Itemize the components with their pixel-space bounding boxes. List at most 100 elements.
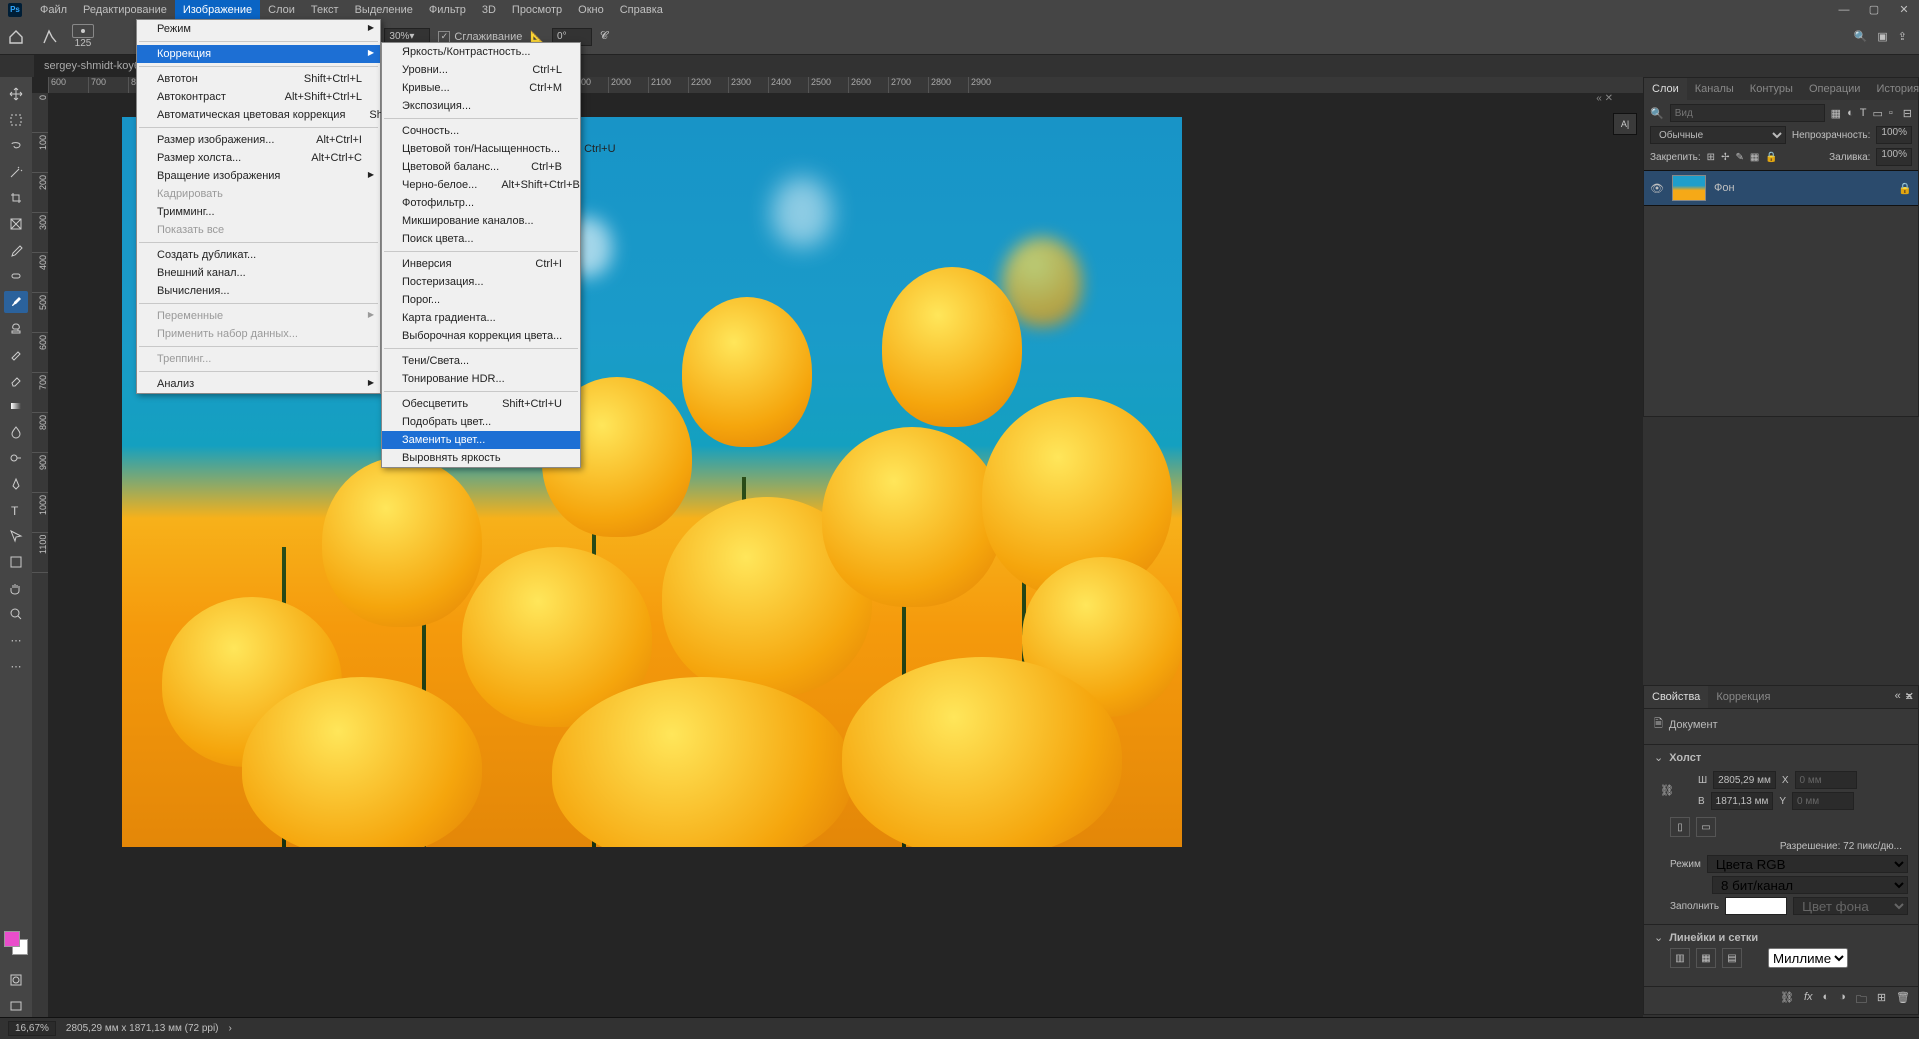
fill-swatch[interactable] (1725, 897, 1787, 915)
menu-item[interactable]: Цветовой баланс...Ctrl+B (382, 158, 580, 176)
layer-search-input[interactable] (1670, 104, 1825, 122)
path-tool[interactable] (4, 525, 28, 547)
menu-item[interactable]: ИнверсияCtrl+I (382, 255, 580, 273)
menu-item[interactable]: Тени/Света... (382, 352, 580, 370)
visibility-icon[interactable]: 👁 (1650, 182, 1664, 195)
zoom-tool[interactable] (4, 603, 28, 625)
lock-icon[interactable]: 🔒 (1898, 182, 1912, 195)
lock-pixels-icon[interactable]: ✎ (1735, 152, 1743, 163)
filter-toggle[interactable]: ⊟ (1903, 107, 1912, 120)
panel-tab-4[interactable]: История (1868, 78, 1919, 100)
menu-item[interactable]: Внешний канал... (137, 264, 380, 282)
filter-shape-icon[interactable]: ▭ (1872, 107, 1882, 120)
chevron-down-icon[interactable]: ⌄ (1654, 931, 1663, 944)
eyedropper-tool[interactable] (4, 239, 28, 261)
group-icon[interactable]: 🗀 (1856, 991, 1867, 1010)
close-ruler-icon[interactable]: « ✕ (1596, 93, 1613, 104)
gradient-tool[interactable] (4, 395, 28, 417)
menu-item[interactable]: Поиск цвета... (382, 230, 580, 248)
filter-type-icon[interactable]: T (1860, 107, 1867, 120)
menu-изображение[interactable]: Изображение (175, 0, 260, 19)
lock-lock-icon[interactable]: 🔒 (1765, 152, 1777, 163)
menu-item[interactable]: Подобрать цвет... (382, 413, 580, 431)
zoom-field[interactable]: 16,67% (8, 1021, 56, 1036)
opacity-value[interactable]: 100% (1876, 126, 1912, 144)
menu-справка[interactable]: Справка (612, 0, 671, 19)
menu-item[interactable]: Уровни...Ctrl+L (382, 61, 580, 79)
heal-tool[interactable] (4, 265, 28, 287)
blend-mode-dropdown[interactable]: Обычные (1650, 126, 1786, 144)
edit-toolbar[interactable]: ⋯ (4, 655, 28, 677)
close-button[interactable]: ✕ (1889, 0, 1919, 19)
ruler-icon[interactable]: ▥ (1670, 948, 1690, 968)
units-dropdown[interactable]: Миллиме... (1768, 948, 1848, 968)
panel-tab-0[interactable]: Слои (1644, 78, 1687, 100)
menu-item[interactable]: Выровнять яркость (382, 449, 580, 467)
filter-adjust-icon[interactable]: ◐ (1847, 107, 1854, 120)
menu-текст[interactable]: Текст (303, 0, 347, 19)
filter-smart-icon[interactable]: ▫ (1889, 107, 1893, 120)
layer-row[interactable]: 👁 Фон 🔒 (1644, 170, 1918, 206)
menu-выделение[interactable]: Выделение (347, 0, 421, 19)
menu-item[interactable]: Цветовой тон/Насыщенность...Ctrl+U (382, 140, 580, 158)
status-chevron-icon[interactable]: › (229, 1023, 232, 1034)
home-button[interactable] (4, 25, 28, 49)
menu-item[interactable]: Карта градиента... (382, 309, 580, 327)
move-tool[interactable] (4, 83, 28, 105)
width-field[interactable]: 2805,29 мм (1713, 771, 1776, 789)
menu-item[interactable]: Микширование каналов... (382, 212, 580, 230)
tab-properties[interactable]: Свойства (1644, 686, 1708, 708)
bit-depth-dropdown[interactable]: 8 бит/канал (1712, 876, 1908, 894)
menu-item[interactable]: Вращение изображения (137, 167, 380, 185)
y-field[interactable]: 0 мм (1792, 792, 1854, 810)
blur-tool[interactable] (4, 421, 28, 443)
menu-item[interactable]: Фотофильтр... (382, 194, 580, 212)
lasso-tool[interactable] (4, 135, 28, 157)
search-icon[interactable]: 🔍 (1854, 30, 1868, 43)
menu-item[interactable]: Сочность... (382, 122, 580, 140)
menu-item[interactable]: Яркость/Контрастность... (382, 43, 580, 61)
layer-name[interactable]: Фон (1714, 182, 1735, 194)
menu-item[interactable]: Тримминг... (137, 203, 380, 221)
pen-tool[interactable] (4, 473, 28, 495)
quickmask-tool[interactable] (4, 969, 28, 991)
menu-item[interactable]: Заменить цвет... (382, 431, 580, 449)
screenmode-tool[interactable] (4, 995, 28, 1017)
brush-preset[interactable]: 125 (72, 24, 94, 49)
share-icon[interactable]: ⇪ (1898, 30, 1907, 43)
menu-фильтр[interactable]: Фильтр (421, 0, 474, 19)
orient-landscape[interactable]: ▭ (1696, 817, 1716, 837)
frame-tool[interactable] (4, 213, 28, 235)
fx-icon[interactable]: fx (1804, 991, 1813, 1010)
menu-item[interactable]: Создать дубликат... (137, 246, 380, 264)
grid-icon[interactable]: ▦ (1696, 948, 1716, 968)
filter-pixel-icon[interactable]: ▦ (1831, 107, 1841, 120)
eraser-tool[interactable] (4, 369, 28, 391)
panel-tab-1[interactable]: Каналы (1687, 78, 1742, 100)
menu-редактирование[interactable]: Редактирование (75, 0, 175, 19)
more-tools[interactable]: ⋯ (4, 629, 28, 651)
menu-3d[interactable]: 3D (474, 0, 504, 19)
lock-all-icon[interactable]: ⊞ (1707, 152, 1715, 163)
menu-item[interactable]: Анализ (137, 375, 380, 393)
shape-tool[interactable] (4, 551, 28, 573)
current-tool-icon[interactable] (36, 23, 64, 51)
menu-просмотр[interactable]: Просмотр (504, 0, 570, 19)
panel-tab-3[interactable]: Операции (1801, 78, 1868, 100)
pressure-icon[interactable]: 𝓒 (600, 30, 608, 43)
dodge-tool[interactable] (4, 447, 28, 469)
menu-item[interactable]: Кривые...Ctrl+M (382, 79, 580, 97)
menu-item[interactable]: Постеризация... (382, 273, 580, 291)
layer-thumbnail[interactable] (1672, 175, 1706, 201)
link-layers-icon[interactable]: ⛓ (1780, 991, 1794, 1010)
menu-item[interactable]: АвтоконтрастAlt+Shift+Ctrl+L (137, 88, 380, 106)
crop-tool[interactable] (4, 187, 28, 209)
brush-tool[interactable] (4, 291, 28, 313)
menu-item[interactable]: Автоматическая цветовая коррекцияShift+C… (137, 106, 380, 124)
panel-tab-2[interactable]: Контуры (1742, 78, 1801, 100)
color-swatches[interactable] (4, 931, 28, 955)
menu-item[interactable]: Экспозиция... (382, 97, 580, 115)
chevron-down-icon[interactable]: ⌄ (1654, 751, 1663, 764)
fill-value[interactable]: 100% (1876, 148, 1912, 166)
delete-icon[interactable]: 🗑 (1896, 991, 1910, 1010)
